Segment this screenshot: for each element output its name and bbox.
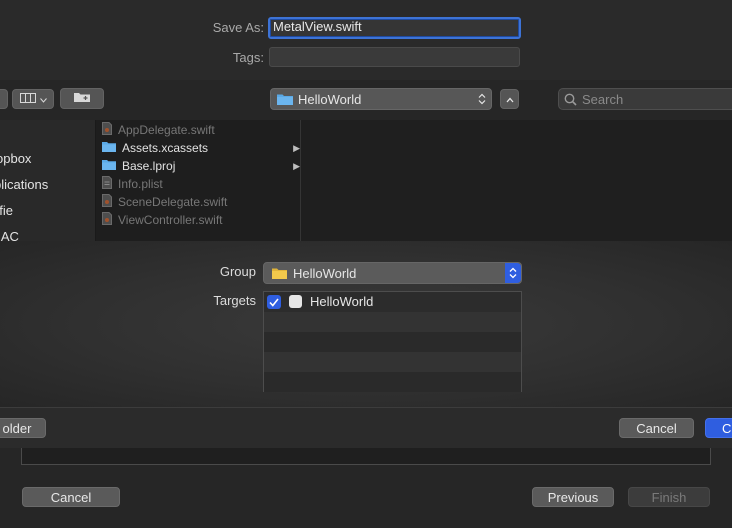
underlying-content-frame — [21, 448, 711, 465]
file-row[interactable]: Info.plist — [102, 175, 163, 193]
sidebar-item-dropbox[interactable]: opbox — [0, 151, 31, 166]
target-row[interactable]: HelloWorld — [264, 292, 521, 312]
swift-file-icon — [102, 122, 112, 138]
group-popup[interactable]: HelloWorld — [263, 262, 522, 284]
target-row-empty — [264, 332, 521, 352]
file-row[interactable]: AppDelegate.swift — [102, 121, 215, 139]
file-row[interactable]: Base.lproj ▶ — [102, 157, 300, 175]
file-name: Info.plist — [118, 177, 163, 191]
sidebar-item-applications[interactable]: plications — [0, 177, 48, 192]
plist-file-icon — [102, 176, 112, 192]
disclosure-arrow-icon: ▶ — [293, 160, 300, 171]
file-column: AppDelegate.swift Assets.xcassets ▶ Base… — [96, 120, 301, 241]
file-name: AppDelegate.swift — [118, 123, 215, 137]
view-mode-button[interactable] — [12, 89, 54, 109]
targets-label: Targets — [213, 293, 256, 308]
group-popup-label: HelloWorld — [293, 265, 357, 281]
file-row[interactable]: ViewController.swift — [102, 211, 222, 229]
new-folder-button[interactable] — [60, 88, 104, 109]
previous-button[interactable]: Previous — [532, 487, 614, 507]
tags-label: Tags: — [232, 50, 264, 65]
file-name: Base.lproj — [122, 159, 176, 173]
file-row[interactable]: Assets.xcassets ▶ — [102, 139, 300, 157]
columns-icon — [19, 90, 36, 108]
new-folder-icon — [73, 90, 91, 108]
file-name: ViewController.swift — [118, 213, 223, 227]
search-placeholder: Search — [582, 91, 624, 107]
save-as-value: MetalView.swift — [273, 19, 362, 34]
search-icon — [564, 93, 577, 106]
target-row-empty — [264, 372, 521, 392]
file-row[interactable]: SceneDelegate.swift — [102, 193, 227, 211]
sidebar-toggle-button[interactable] — [0, 89, 8, 109]
target-row-empty — [264, 312, 521, 332]
swift-file-icon — [102, 194, 112, 210]
sidebar-item-profile[interactable]: ofie — [0, 203, 13, 218]
folder-icon — [102, 141, 116, 155]
targets-list: HelloWorld — [263, 291, 522, 392]
finish-button[interactable]: Finish — [628, 487, 710, 507]
disclosure-arrow-icon: ▶ — [293, 142, 300, 153]
group-label: Group — [219, 264, 256, 279]
wizard-cancel-button[interactable]: Cancel — [22, 487, 120, 507]
location-popup[interactable]: HelloWorld — [270, 88, 492, 110]
updown-chevron-icon — [505, 263, 521, 283]
target-row-empty — [264, 352, 521, 372]
tags-field[interactable] — [269, 47, 520, 67]
collapse-button[interactable] — [500, 89, 519, 109]
target-name: HelloWorld — [310, 294, 374, 309]
new-folder-text-button[interactable]: older — [0, 418, 46, 438]
save-as-field[interactable]: MetalView.swift — [268, 17, 521, 39]
file-name: SceneDelegate.swift — [118, 195, 228, 209]
folder-icon — [102, 159, 116, 173]
location-popup-label: HelloWorld — [298, 91, 362, 107]
folder-icon — [272, 267, 287, 279]
updown-chevron-icon — [478, 93, 486, 108]
save-header — [0, 0, 732, 80]
cancel-button[interactable]: Cancel — [619, 418, 694, 438]
search-field[interactable]: Search — [558, 88, 732, 110]
file-name: Assets.xcassets — [122, 141, 209, 155]
chevron-up-icon — [506, 90, 514, 108]
create-button[interactable]: C — [705, 418, 732, 438]
swift-file-icon — [102, 212, 112, 228]
app-target-icon — [289, 295, 302, 308]
folder-icon — [277, 93, 293, 105]
chevron-down-icon — [39, 90, 47, 108]
target-checkbox[interactable] — [267, 295, 281, 309]
save-as-label: Save As: — [212, 20, 264, 35]
